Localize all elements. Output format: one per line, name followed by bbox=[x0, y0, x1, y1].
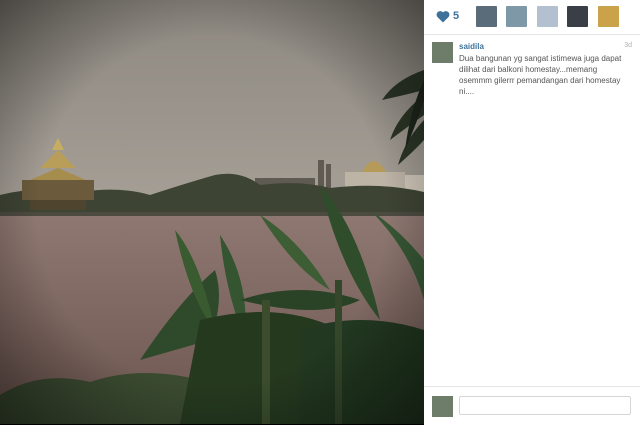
post-photo bbox=[0, 0, 424, 424]
comment-input[interactable] bbox=[459, 396, 631, 415]
heart-icon[interactable] bbox=[436, 10, 450, 23]
liker-avatar[interactable] bbox=[597, 6, 619, 27]
current-user-avatar bbox=[432, 396, 453, 417]
post-sidebar: 5 saidila 3d Dua bangunan yg sangat isti… bbox=[424, 0, 640, 425]
likes-bar: 5 bbox=[424, 0, 640, 35]
liker-avatar[interactable] bbox=[506, 6, 528, 27]
liker-avatar[interactable] bbox=[536, 6, 558, 27]
likers-list bbox=[476, 6, 624, 28]
comment-username[interactable]: saidila bbox=[459, 42, 484, 51]
liker-avatar[interactable] bbox=[476, 6, 497, 27]
comment-timestamp: 3d bbox=[624, 42, 632, 49]
comment-text: Dua bangunan yg sangat istimewa juga dap… bbox=[459, 54, 622, 96]
commenter-avatar[interactable] bbox=[432, 42, 453, 63]
comment-footer bbox=[424, 386, 640, 425]
like-count[interactable]: 5 bbox=[453, 10, 459, 22]
liker-avatar[interactable] bbox=[567, 6, 589, 27]
